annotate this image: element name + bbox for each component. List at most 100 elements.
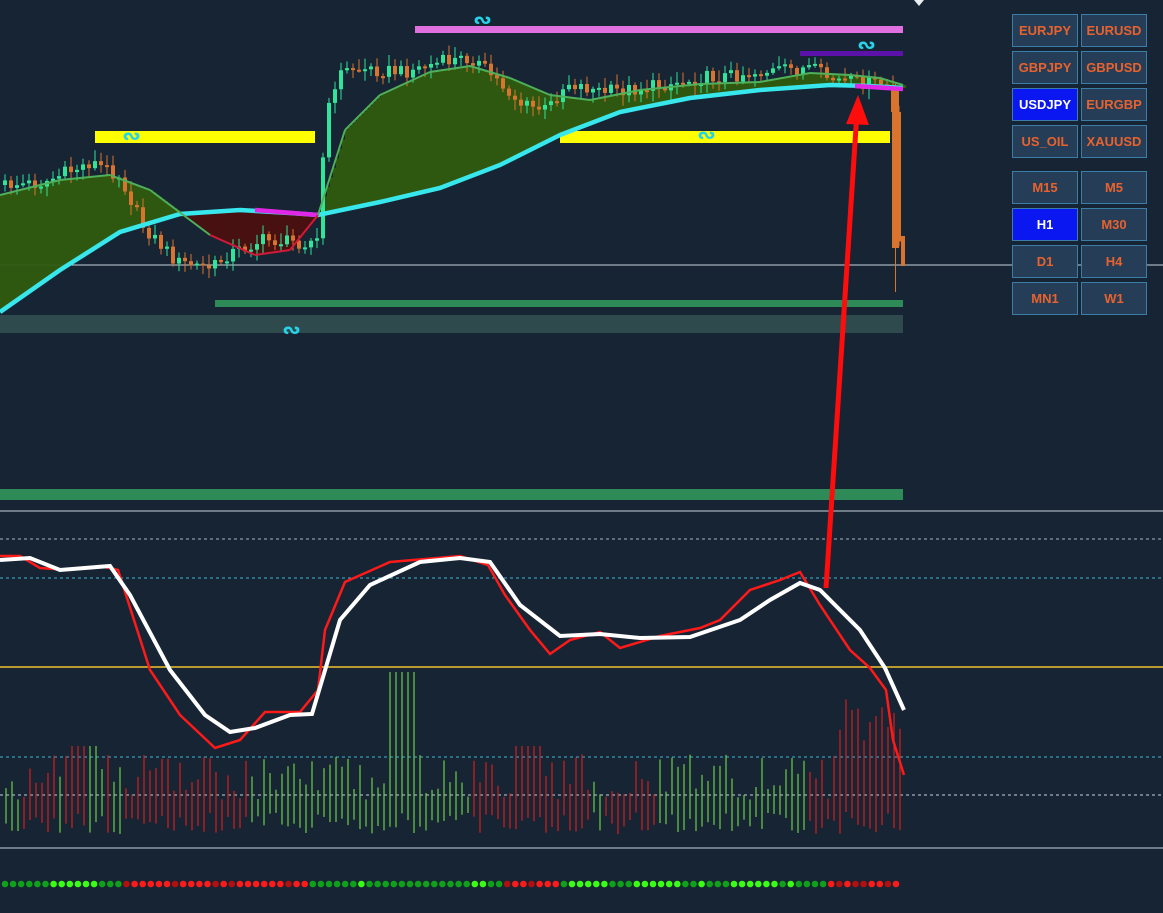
candle-body	[381, 76, 385, 79]
ma-fill-strip	[81, 177, 85, 257]
ma-fill-strip	[369, 106, 373, 205]
symbol-button-gbpjpy[interactable]: GBPJPY	[1012, 51, 1078, 84]
ma-fill-strip	[216, 211, 220, 238]
ma-fill-strip	[240, 210, 244, 249]
signal-arrow-head	[846, 95, 869, 125]
signal-dot	[188, 880, 195, 888]
candle-body	[351, 68, 355, 71]
candle-body	[195, 263, 199, 266]
candle-body	[549, 101, 553, 106]
ma-fill-strip	[453, 68, 457, 184]
signal-dot	[528, 880, 535, 888]
ma-fill-strip	[24, 189, 28, 296]
symbol-button-eurjpy[interactable]: EURJPY	[1012, 14, 1078, 47]
candle-body	[657, 80, 661, 88]
signal-dot	[495, 880, 503, 888]
ma-fill-strip	[465, 66, 469, 179]
symbol-button-us-oil[interactable]: US_OIL	[1012, 125, 1078, 158]
symbol-button-usdjpy[interactable]: USDJPY	[1012, 88, 1078, 121]
timeframe-button-mn1[interactable]: MN1	[1012, 282, 1078, 315]
candle-body	[819, 63, 823, 68]
candle-body	[597, 87, 601, 90]
ma-fill-strip	[39, 185, 43, 285]
signal-dot	[277, 880, 284, 888]
ma-fill-strip	[585, 99, 589, 126]
candle-body	[507, 88, 511, 96]
ma-fill-strip	[111, 175, 115, 238]
timeframe-button-w1[interactable]: W1	[1081, 282, 1147, 315]
timeframe-button-m5[interactable]: M5	[1081, 171, 1147, 204]
signal-dot	[730, 880, 738, 888]
signal-dot	[771, 880, 778, 888]
ma-fill-strip	[540, 90, 544, 145]
ma-fill-strip	[18, 190, 22, 300]
signal-dot	[512, 880, 519, 888]
signal-dot	[204, 880, 211, 888]
timeframe-button-h1[interactable]: H1	[1012, 208, 1078, 241]
candle-body	[741, 75, 745, 82]
candle-body	[93, 161, 97, 169]
ma-fill-strip	[435, 71, 439, 190]
signal-dot	[819, 880, 827, 888]
signal-dot	[236, 880, 244, 888]
signal-dot	[147, 880, 155, 888]
signal-dot	[366, 880, 373, 888]
signal-dot	[746, 880, 754, 888]
ma-fill-strip	[105, 175, 109, 242]
candle-body	[39, 186, 43, 189]
signal-dot	[876, 880, 884, 888]
timeframe-button-d1[interactable]: D1	[1012, 245, 1078, 278]
candle-body	[573, 84, 577, 90]
candle-body	[681, 82, 685, 85]
signal-dot	[455, 880, 462, 888]
signal-dot	[228, 880, 236, 888]
ma-fill-strip	[546, 93, 550, 142]
candle-body	[417, 66, 421, 70]
timeframe-button-h4[interactable]: H4	[1081, 245, 1147, 278]
signal-dot	[625, 880, 632, 888]
purple-resistance-zone	[800, 51, 903, 56]
signal-dot	[341, 880, 349, 888]
signal-dot	[252, 880, 260, 888]
candle-body	[901, 236, 905, 266]
signal-dot	[714, 880, 722, 888]
ma-fill-strip	[366, 109, 370, 205]
candle-body	[771, 68, 775, 73]
ma-fill-strip	[153, 192, 157, 223]
symbol-button-eurgbp[interactable]: EURGBP	[1081, 88, 1147, 121]
ma-fill-strip	[354, 121, 358, 208]
candle-body	[471, 63, 475, 66]
ma-fill-strip	[36, 186, 40, 287]
signal-dot	[471, 880, 479, 888]
signal-dot	[674, 880, 681, 888]
candle-body	[789, 64, 793, 68]
timeframe-button-m30[interactable]: M30	[1081, 208, 1147, 241]
candle-body	[177, 257, 181, 264]
signal-dot	[382, 880, 390, 888]
signal-dot	[171, 880, 179, 888]
symbol-button-gbpusd[interactable]: GBPUSD	[1081, 51, 1147, 84]
ma-fill-strip	[345, 130, 349, 210]
ma-fill-strip	[378, 97, 382, 203]
candle-body	[363, 69, 367, 72]
signal-dot	[390, 880, 398, 888]
candle-body	[333, 89, 337, 103]
candle-body	[501, 78, 505, 89]
ma-fill-strip	[525, 84, 529, 153]
signal-dot	[422, 880, 430, 888]
candle-body	[387, 65, 391, 77]
ma-fill-strip	[534, 88, 538, 148]
candle-body	[9, 180, 13, 188]
signal-arrow-shaft	[823, 111, 860, 589]
ma-fill-strip	[489, 71, 493, 170]
candle-body	[483, 60, 487, 64]
candle-body	[879, 79, 883, 85]
symbol-button-xauusd[interactable]: XAUUSD	[1081, 125, 1147, 158]
timeframe-button-m15[interactable]: M15	[1012, 171, 1078, 204]
symbol-button-eurusd[interactable]: EURUSD	[1081, 14, 1147, 47]
ma-fill-strip	[327, 186, 331, 214]
zone-label-purple: ᔓ	[858, 35, 876, 53]
signal-dot	[779, 880, 786, 888]
ma-fill-strip	[486, 70, 490, 171]
ma-fill-strip	[9, 192, 13, 306]
